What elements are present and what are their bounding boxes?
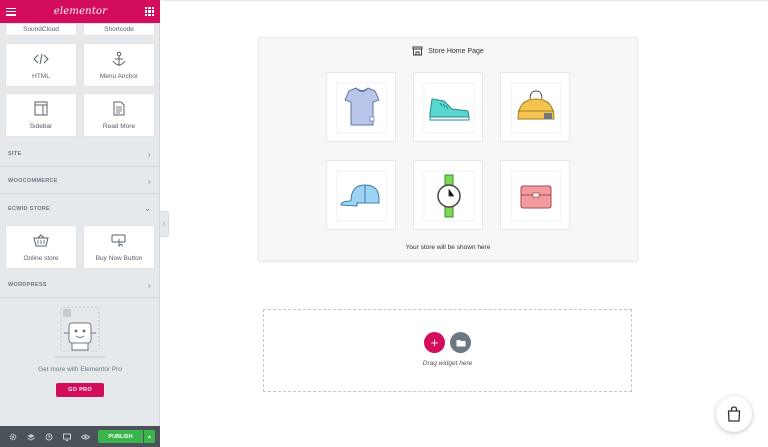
chevron-down-icon: ⌄: [143, 204, 151, 213]
go-pro-button[interactable]: GO PRO: [56, 383, 104, 397]
product-wallet[interactable]: [500, 160, 570, 230]
folder-icon: [456, 339, 465, 346]
plus-icon: +: [430, 335, 439, 350]
widget-online-store[interactable]: Online store: [5, 225, 77, 269]
chevron-right-icon: ›: [148, 280, 151, 290]
product-bag[interactable]: [500, 72, 570, 142]
hamburger-menu-icon[interactable]: [6, 7, 16, 16]
panel-footer: PUBLISH ▲: [0, 426, 160, 447]
read-more-icon: [113, 100, 125, 117]
elementor-logo: elementor: [53, 6, 108, 17]
bag-icon: [510, 82, 562, 134]
eye-icon[interactable]: [76, 426, 94, 447]
section-woocommerce[interactable]: WOOCOMMERCE ›: [0, 169, 160, 194]
widget-soundcloud[interactable]: SoundCloud: [5, 23, 77, 36]
gear-icon[interactable]: [4, 426, 22, 447]
elementor-panel: elementor SoundCloud Shortcode HTML Menu…: [0, 0, 160, 447]
section-label: ECWID STORE: [8, 205, 51, 212]
cap-icon: [336, 170, 388, 222]
app-root: elementor SoundCloud Shortcode HTML Menu…: [0, 0, 768, 447]
chevron-right-icon: ›: [148, 176, 151, 186]
product-tshirt[interactable]: [326, 72, 396, 142]
widget-label: Read More: [102, 123, 136, 130]
watch-icon: [423, 170, 475, 222]
wallet-icon: [510, 170, 562, 222]
responsive-icon[interactable]: [58, 426, 76, 447]
widget-read-more[interactable]: Read More: [83, 93, 155, 137]
cursor-button-icon: [111, 232, 127, 249]
shopping-bag-icon: [727, 406, 741, 422]
widget-label: Menu Anchor: [99, 73, 139, 80]
caret-up-icon[interactable]: ▲: [144, 430, 155, 443]
chevron-right-icon: ›: [148, 149, 151, 159]
storefront-icon: [412, 46, 423, 56]
widgets-grid-icon[interactable]: [145, 7, 154, 16]
section-site[interactable]: SITE ›: [0, 142, 160, 167]
panel-header: elementor: [0, 0, 160, 23]
basket-icon: [33, 232, 49, 249]
widget-sidebar[interactable]: Sidebar: [5, 93, 77, 137]
widget-shortcode[interactable]: Shortcode: [83, 23, 155, 36]
widget-label: Buy Now Button: [95, 255, 143, 262]
widget-label: Shortcode: [104, 26, 134, 33]
widget-html[interactable]: HTML: [5, 43, 77, 87]
widget-label: Sidebar: [29, 123, 53, 130]
product-cap[interactable]: [326, 160, 396, 230]
sidebar-icon: [34, 100, 48, 117]
section-label: SITE: [8, 151, 22, 157]
store-subtitle: Your store will be shown here: [405, 244, 491, 251]
widget-label: SoundCloud: [23, 26, 59, 33]
section-ecwid-store[interactable]: ECWID STORE ⌄: [0, 196, 160, 221]
sneaker-icon: [423, 82, 475, 134]
add-template-button[interactable]: [450, 332, 471, 353]
anchor-icon: [112, 50, 126, 67]
store-header: Store Home Page: [259, 46, 637, 56]
layers-icon[interactable]: [22, 426, 40, 447]
publish-button[interactable]: PUBLISH: [98, 430, 143, 443]
product-watch[interactable]: [413, 160, 483, 230]
robot-illustration: [55, 306, 105, 358]
cart-button[interactable]: [716, 396, 752, 432]
widget-label: HTML: [32, 73, 50, 80]
widget-menu-anchor[interactable]: Menu Anchor: [83, 43, 155, 87]
product-sneaker[interactable]: [413, 72, 483, 142]
widget-label: Online store: [23, 255, 59, 262]
store-widget[interactable]: Store Home Page Your store will be shown…: [258, 37, 638, 261]
store-title: Store Home Page: [428, 47, 484, 55]
widget-dropzone[interactable]: [263, 309, 632, 392]
section-label: WOOCOMMERCE: [8, 178, 58, 184]
section-wordpress[interactable]: WORDPRESS ›: [0, 273, 160, 298]
history-icon[interactable]: [40, 426, 58, 447]
add-section-button[interactable]: +: [424, 332, 445, 353]
pro-promo: Get more with Elementor Pro GO PRO: [0, 305, 160, 397]
tshirt-icon: [336, 82, 388, 134]
dropzone-label: Drag widget here: [422, 360, 473, 367]
section-label: WORDPRESS: [8, 282, 47, 288]
code-icon: [33, 50, 49, 67]
promo-text: Get more with Elementor Pro: [38, 366, 122, 373]
widget-buy-now-button[interactable]: Buy Now Button: [83, 225, 155, 269]
